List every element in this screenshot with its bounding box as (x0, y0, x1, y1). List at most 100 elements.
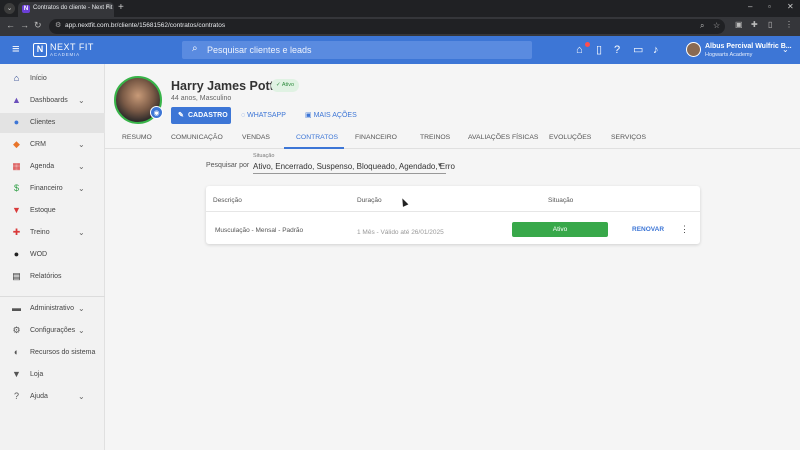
gear-icon: ⚙ (12, 325, 21, 335)
chevron-down-icon: ⌄ (78, 228, 85, 237)
search-input[interactable]: ⌕ Pesquisar clientes e leads (182, 41, 532, 59)
tab-servicos[interactable]: SERVIÇOS (611, 134, 646, 141)
sidepanel-icon[interactable]: ▯ (768, 20, 772, 29)
cart-icon: ▼ (12, 205, 21, 215)
sidebar-item-agenda[interactable]: ▦ Agenda ⌄ (0, 157, 105, 177)
sidebar-item-configuracoes[interactable]: ⚙ Configurações ⌄ (0, 321, 105, 341)
sidebar-item-estoque[interactable]: ▼ Estoque (0, 201, 105, 221)
dropdown-arrow-icon[interactable]: ▾ (438, 161, 442, 169)
mais-acoes-button-label: MAIS AÇÕES (313, 112, 357, 119)
sidebar-item-label: Administrativo (30, 305, 74, 312)
logo-icon: N (33, 43, 47, 57)
table-divider (206, 211, 700, 212)
chevron-down-icon: ⌄ (78, 184, 85, 193)
search-placeholder: Pesquisar clientes e leads (207, 45, 312, 55)
tab-vendas[interactable]: VENDAS (242, 134, 270, 141)
reload-icon[interactable]: ↻ (34, 20, 42, 31)
sidebar-item-inicio[interactable]: ⌂ Início (0, 69, 105, 89)
status-badge-label: Ativo (281, 82, 295, 88)
user-name[interactable]: Albus Percival Wulfric B... (705, 43, 792, 50)
user-menu-chevron-icon[interactable]: ⌄ (782, 45, 789, 54)
site-info-icon[interactable]: ⚙ (55, 21, 61, 29)
notification-bell-icon[interactable]: ♪ (653, 44, 659, 56)
chart-icon: ▲ (12, 95, 21, 105)
column-header-duracao: Duração (357, 197, 382, 204)
sidebar-item-label: Clientes (30, 119, 56, 126)
mais-acoes-button[interactable]: ▣ MAIS AÇÕES (305, 107, 357, 124)
new-tab-icon[interactable]: + (118, 2, 124, 13)
tab-contratos[interactable]: CONTRATOS (296, 134, 338, 141)
tab-resumo[interactable]: RESUMO (122, 134, 152, 141)
sidebar: ⌂ Início ▲ Dashboards ⌄ ● Clientes ◆ CRM… (0, 64, 105, 450)
sidebar-item-administrativo[interactable]: ▬ Administrativo ⌄ (0, 299, 105, 319)
puzzle-icon[interactable]: ✚ (751, 20, 758, 29)
tab-financeiro[interactable]: FINANCEIRO (355, 134, 397, 141)
sidebar-item-recursos[interactable]: ◐ Recursos do sistema (0, 343, 105, 363)
sidebar-item-label: Ajuda (30, 393, 48, 400)
tab-comunicacao[interactable]: COMUNICAÇÃO (171, 134, 223, 141)
minimize-icon[interactable]: – (748, 2, 752, 11)
contract-status-chip: Ativo (512, 222, 608, 237)
close-window-icon[interactable]: ✕ (787, 2, 794, 11)
store-icon[interactable]: ⌂ (576, 44, 583, 56)
chevron-down-icon: ⌄ (78, 140, 85, 149)
back-icon[interactable]: ← (6, 20, 15, 30)
sidebar-item-financeiro[interactable]: $ Financeiro ⌄ (0, 179, 105, 199)
calendar-icon: ▦ (12, 161, 21, 171)
extension-icon[interactable]: ▣ (735, 20, 743, 29)
tab-evolucoes[interactable]: EVOLUÇÕES (549, 134, 591, 141)
select-underline (253, 173, 446, 174)
help-icon[interactable]: ? (614, 44, 620, 56)
sidebar-item-label: Estoque (30, 207, 56, 214)
sidebar-item-treino[interactable]: ✚ Treino ⌄ (0, 223, 105, 243)
sidebar-item-clientes[interactable]: ● Clientes (0, 113, 105, 133)
people-icon: ● (13, 117, 20, 127)
sidebar-item-loja[interactable]: ▼ Loja (0, 365, 105, 385)
camera-icon[interactable]: ◉ (150, 106, 163, 119)
report-icon: ▤ (12, 271, 21, 281)
maximize-icon[interactable]: ▫ (768, 2, 771, 11)
sidebar-item-label: Treino (30, 229, 50, 236)
sidebar-item-label: Financeiro (30, 185, 63, 192)
chat-icon[interactable]: ▭ (633, 44, 643, 56)
crm-icon: ◆ (13, 139, 20, 149)
logo-text: NEXT FIT (50, 42, 94, 52)
more-options-icon[interactable]: ⋮ (680, 224, 689, 234)
url-field[interactable]: ⚙ app.nextfit.com.br/cliente/15681562/co… (49, 19, 725, 34)
user-avatar[interactable] (686, 42, 701, 57)
sidebar-item-label: Configurações (30, 327, 76, 334)
browser-menu-icon[interactable]: ⋮ (785, 20, 793, 29)
sidebar-item-crm[interactable]: ◆ CRM ⌄ (0, 135, 105, 155)
browser-tab[interactable]: N Contratos do cliente - Next Fit × (18, 2, 114, 17)
forward-icon[interactable]: → (20, 20, 29, 30)
door-icon[interactable]: ▯ (596, 44, 602, 56)
zoom-icon[interactable]: ⌕ (700, 21, 704, 31)
tab-title: Contratos do cliente - Next Fit (33, 5, 113, 11)
profile-name: Harry James Potter (171, 79, 286, 93)
sidebar-item-ajuda[interactable]: ? Ajuda ⌄ (0, 387, 105, 407)
tab-treinos[interactable]: TREINOS (420, 134, 450, 141)
money-icon: $ (13, 183, 19, 193)
browser-tab-bar: ⌄ N Contratos do cliente - Next Fit × + … (0, 0, 800, 17)
notification-badge (585, 42, 590, 47)
hamburger-menu-icon[interactable]: ≡ (12, 42, 20, 56)
search-icon: ⌕ (192, 43, 198, 54)
chevron-down-icon: ⌄ (78, 162, 85, 171)
contract-description[interactable]: Musculação - Mensal - Padrão (215, 227, 303, 234)
sidebar-item-relatorios[interactable]: ▤ Relatórios (0, 267, 105, 287)
column-header-situacao: Situação (548, 197, 574, 204)
sidebar-item-dashboards[interactable]: ▲ Dashboards ⌄ (0, 91, 105, 111)
tab-close-icon[interactable]: × (106, 4, 110, 11)
tab-search-icon[interactable]: ⌄ (4, 3, 15, 14)
chevron-down-icon: ⌄ (78, 304, 85, 313)
sidebar-item-wod[interactable]: ● WOD (0, 245, 105, 265)
admin-icon: ▬ (12, 303, 21, 313)
bookmark-star-icon[interactable]: ☆ (713, 21, 720, 30)
tab-avaliacoes[interactable]: AVALIAÇÕES FÍSICAS (468, 134, 538, 141)
renovar-button[interactable]: RENOVAR (632, 226, 664, 233)
whatsapp-button[interactable]: ◌ WHATSAPP (241, 107, 286, 124)
situacao-select[interactable]: Ativo, Encerrado, Suspenso, Bloqueado, A… (253, 162, 455, 171)
cadastro-button-label: CADASTRO (188, 112, 228, 119)
cadastro-button[interactable]: ✎ CADASTRO (171, 107, 231, 124)
sidebar-item-label: Dashboards (30, 97, 68, 104)
